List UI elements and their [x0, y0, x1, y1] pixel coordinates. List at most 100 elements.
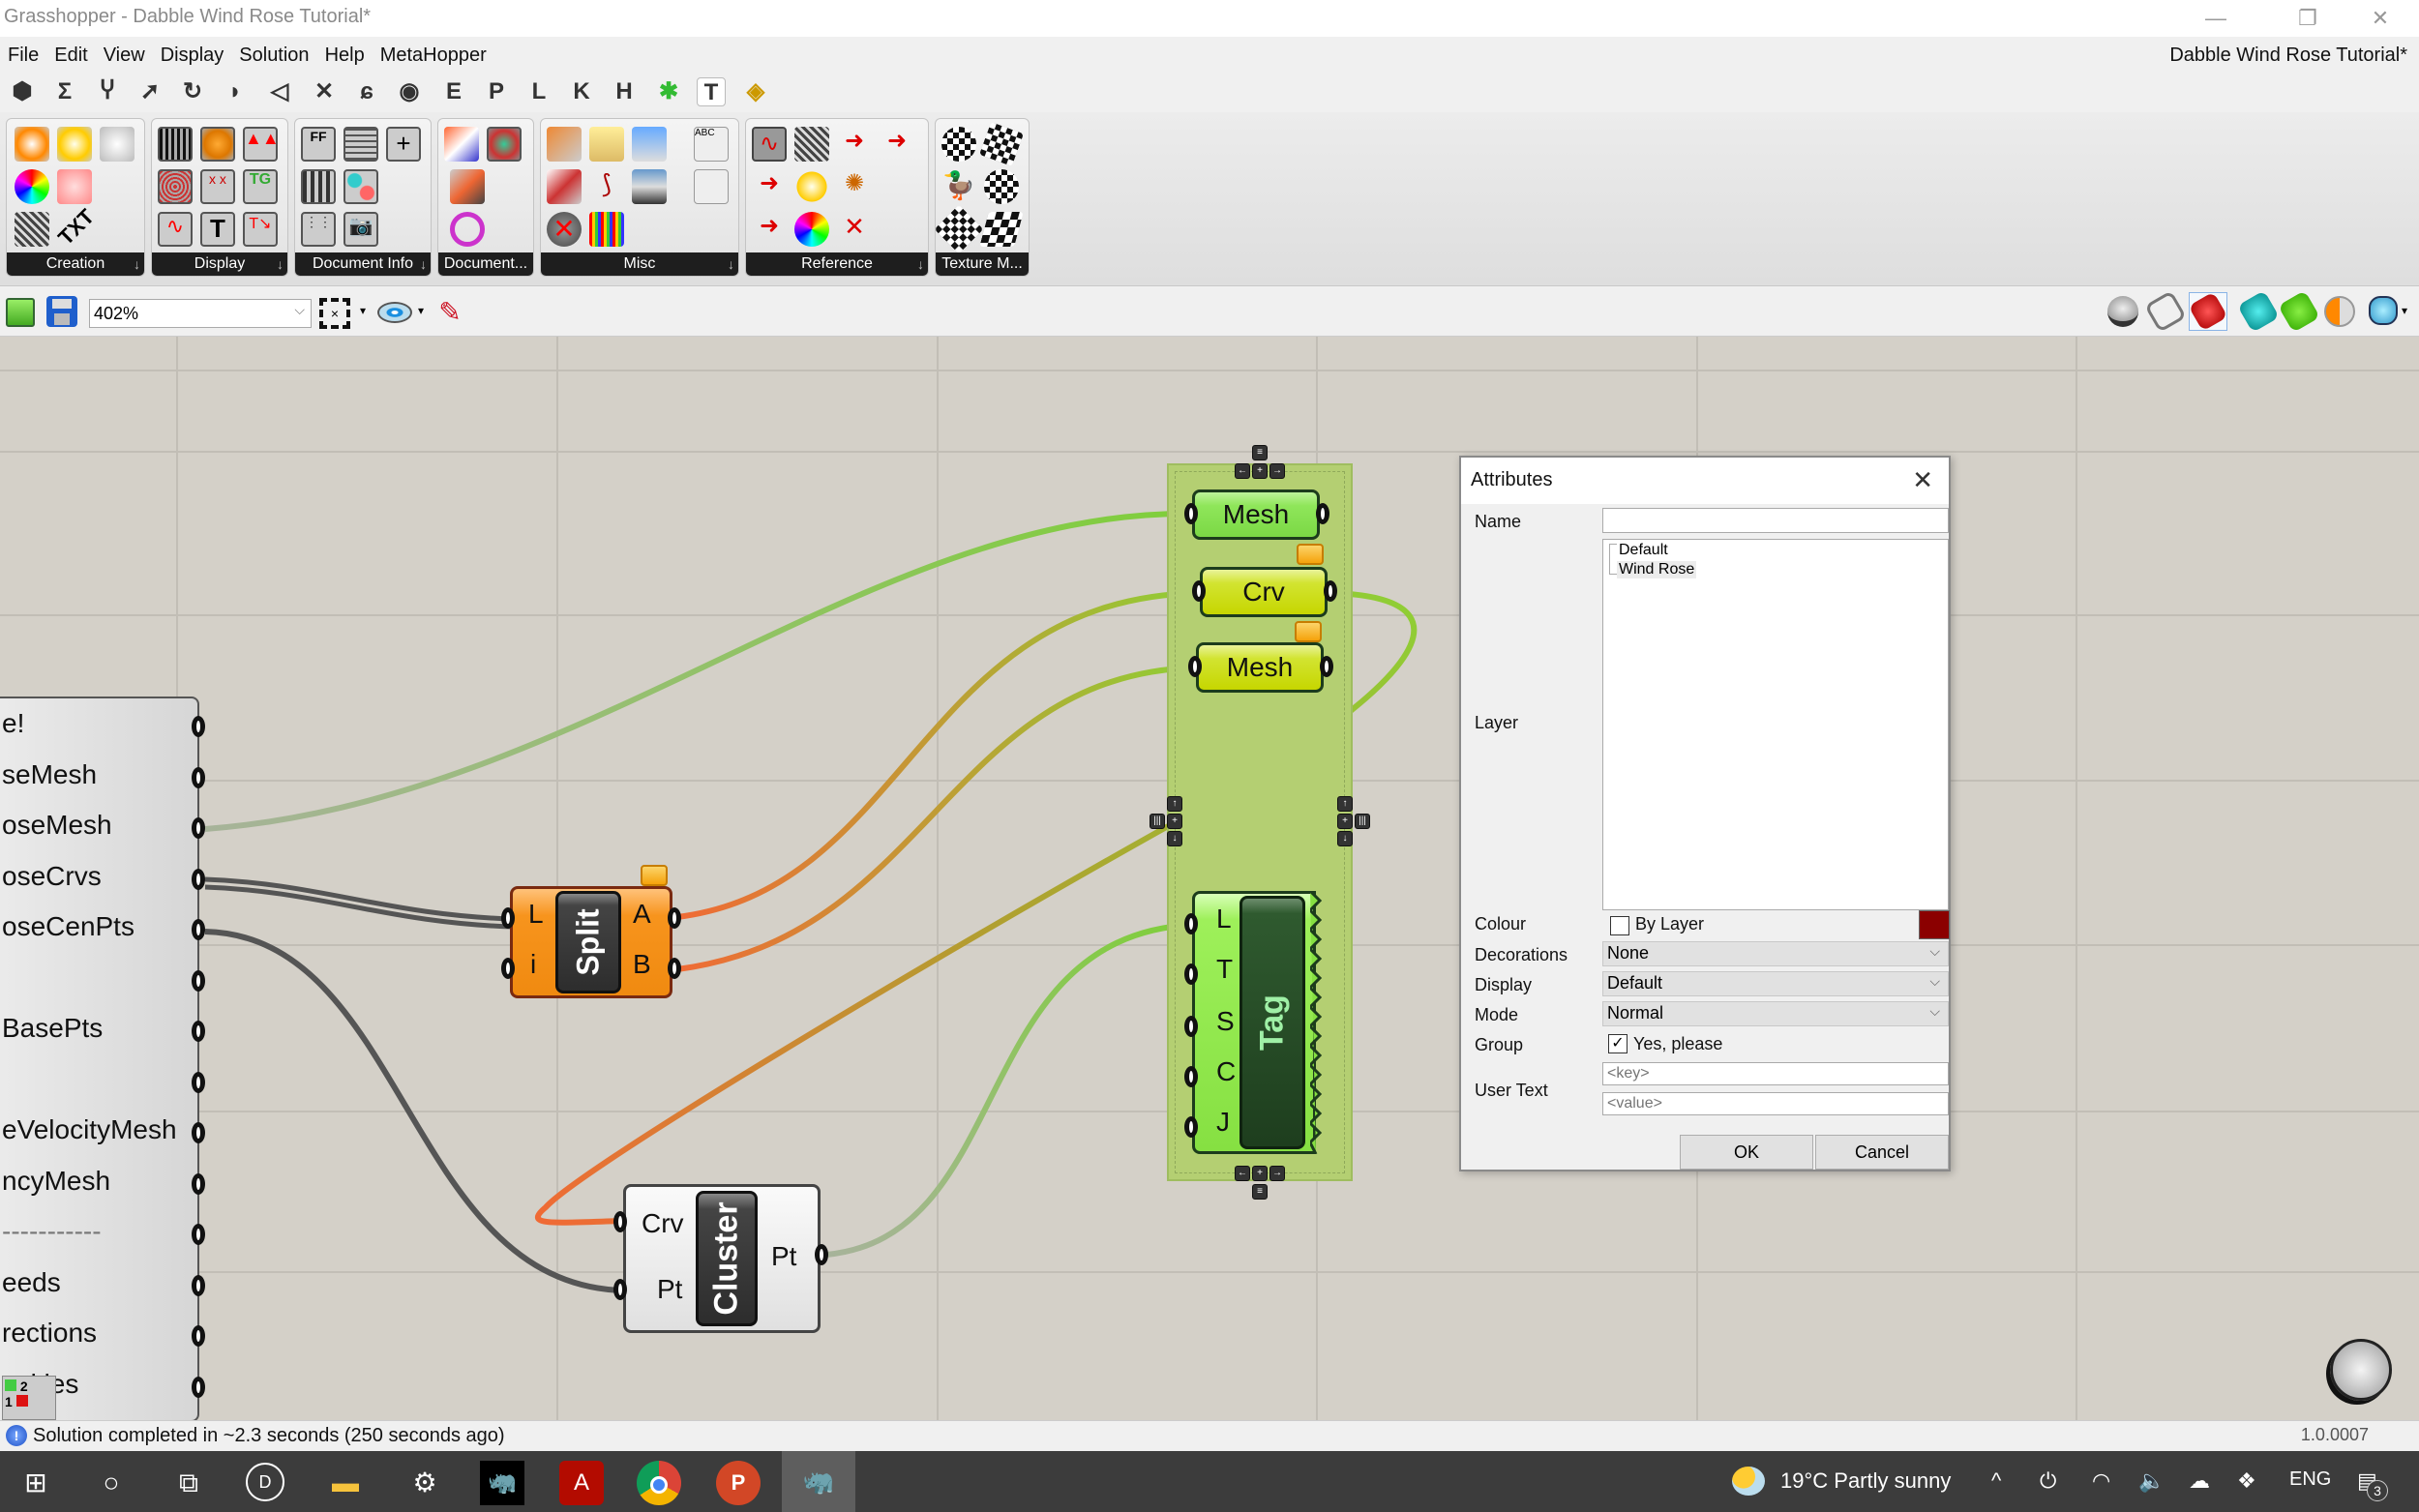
preview-selected-icon[interactable] [2188, 291, 2228, 332]
wind-rose-output-grip[interactable] [192, 1021, 205, 1042]
sphere-icon[interactable] [200, 127, 235, 162]
by-layer-checkbox[interactable] [1610, 916, 1629, 935]
colour-swatch[interactable] [1919, 910, 1950, 939]
split-input-grip-i[interactable] [501, 958, 515, 979]
tag-input-grip-j[interactable] [1184, 1116, 1198, 1138]
wifi-icon[interactable]: ◠ [2092, 1468, 2110, 1494]
color-wheel-icon[interactable] [15, 169, 49, 204]
group-right-menu-button[interactable]: ||| [1355, 814, 1370, 829]
tag-input-grip-c[interactable] [1184, 1066, 1198, 1087]
k-tab-icon[interactable]: K [567, 77, 596, 106]
group-top-center-button[interactable]: + [1252, 463, 1268, 479]
minimize-button[interactable]: — [2187, 2, 2245, 35]
open-file-icon[interactable] [6, 298, 35, 327]
panel-label-misc[interactable]: Misc ↓ [541, 252, 738, 276]
menu-file[interactable]: File [0, 37, 46, 67]
sets-tab-icon[interactable]: Ⴤ [93, 77, 122, 106]
acrobat-icon[interactable]: A [559, 1461, 604, 1505]
menu-metahopper[interactable]: MetaHopper [373, 37, 494, 67]
eraser-icon[interactable] [547, 169, 582, 204]
wind-rose-output-grip[interactable] [192, 817, 205, 839]
wind-rose-output-grip[interactable] [192, 969, 205, 992]
group-bottom-menu-button[interactable]: ≡ [1252, 1184, 1268, 1200]
split-output-grip-b[interactable] [668, 958, 681, 979]
wind-rose-output-grip[interactable] [192, 1122, 205, 1143]
ref-color-icon[interactable] [794, 212, 829, 247]
fonts-icon[interactable]: FF [301, 127, 336, 162]
wind-rose-output-grip[interactable] [192, 766, 205, 788]
group-bottom-left-button[interactable]: ← [1235, 1166, 1250, 1181]
layer-item-default[interactable]: Default [1619, 542, 1668, 559]
crosshair-icon[interactable]: + [386, 127, 421, 162]
mesh-param-input-grip[interactable] [1184, 503, 1198, 524]
surface-tab-icon[interactable]: ◗ [221, 77, 250, 106]
weather-icon[interactable] [1732, 1467, 1765, 1496]
settings-icon[interactable]: ⚙ [403, 1461, 447, 1505]
green-preview-icon[interactable] [2278, 290, 2320, 333]
preview-shaded-icon[interactable] [2107, 296, 2138, 327]
print-icon[interactable] [632, 127, 667, 162]
group-left-menu-button[interactable]: ||| [1150, 814, 1165, 829]
text-display-icon[interactable]: T [200, 212, 235, 247]
weather-text[interactable]: 19°C Partly sunny [1780, 1468, 1951, 1494]
group-top-left-button[interactable]: ← [1235, 463, 1250, 479]
ref-material-icon[interactable]: ➜ [752, 212, 787, 247]
file-explorer-icon[interactable]: ▬ [323, 1461, 368, 1505]
group-left-center-button[interactable]: + [1167, 814, 1182, 829]
vector-tab-icon[interactable]: ➚ [135, 77, 164, 106]
tag-component[interactable]: Tag L T S C J [1192, 891, 1316, 1154]
zoom-extents-icon[interactable]: × [319, 298, 350, 329]
tag-input-grip-s[interactable] [1184, 1016, 1198, 1037]
layer-tree[interactable]: Default Wind Rose [1602, 539, 1949, 910]
text-icon[interactable]: TXT [50, 204, 100, 254]
lines-icon[interactable] [343, 127, 378, 162]
curve-param-message-bubble[interactable] [1295, 621, 1322, 642]
duck-icon[interactable]: 🦆 [941, 169, 976, 204]
hatch-icon[interactable] [15, 212, 49, 247]
box-map-icon[interactable] [941, 127, 976, 162]
curve-param-input-grip[interactable] [1192, 580, 1206, 602]
group-right-down-button[interactable]: ↓ [1337, 831, 1353, 846]
delete-icon[interactable]: ✕ [547, 212, 582, 247]
bars-icon[interactable] [158, 127, 193, 162]
restore-button[interactable]: ❐ [2279, 2, 2337, 35]
mesh-param-output-grip[interactable] [1316, 503, 1329, 524]
split-output-grip-a[interactable] [668, 907, 681, 929]
cortana-search-icon[interactable]: ○ [89, 1461, 134, 1505]
ref-bulb-icon[interactable] [794, 169, 829, 204]
group-bottom-center-button[interactable]: + [1252, 1166, 1268, 1181]
language-indicator[interactable]: ENG [2289, 1468, 2331, 1491]
mode-select[interactable]: Normal ⌵ [1602, 1001, 1949, 1026]
ref-points-icon[interactable]: ➜ [837, 127, 872, 162]
ref-hatch-icon[interactable] [794, 127, 829, 162]
zoom-extents-dropdown-icon[interactable]: ▾ [360, 304, 366, 317]
menu-help[interactable]: Help [317, 37, 373, 67]
mesh-display-icon[interactable] [158, 169, 193, 204]
group-right-center-button[interactable]: + [1337, 814, 1353, 829]
split-input-grip-l[interactable] [501, 907, 515, 929]
display-tab-icon[interactable]: ◉ [395, 77, 424, 106]
ref-delete-icon[interactable]: ✕ [837, 212, 872, 247]
panel-label-display[interactable]: Display ↓ [152, 252, 287, 276]
wind-rose-output-grip[interactable] [192, 1376, 205, 1398]
display-select[interactable]: Default ⌵ [1602, 971, 1949, 996]
doc-sphere-icon[interactable] [487, 127, 522, 162]
dialog-close-button[interactable]: ✕ [1912, 465, 1933, 495]
l-tab-icon[interactable]: L [524, 77, 553, 106]
text-arrow-icon[interactable]: T↘ [243, 212, 278, 247]
close-button[interactable]: ✕ [2351, 2, 2409, 35]
plane-map-icon[interactable] [978, 121, 1025, 167]
wind-rose-output-grip[interactable] [192, 1172, 205, 1195]
cancel-button[interactable]: Cancel [1815, 1135, 1949, 1170]
camera-icon[interactable]: 📷 [343, 212, 378, 247]
striped-tab-icon[interactable]: ◈ [741, 77, 770, 106]
group-top-menu-button[interactable]: ≡ [1252, 445, 1268, 460]
mesh-param-message-bubble[interactable] [1297, 544, 1324, 565]
rhino-icon[interactable]: 🦏 [480, 1461, 524, 1505]
group-left-up-button[interactable]: ↑ [1167, 796, 1182, 812]
wind-rose-output-grip[interactable] [192, 1325, 205, 1347]
mesh-param-2-output-grip[interactable] [1320, 656, 1333, 677]
intersect-tab-icon[interactable]: ✕ [310, 77, 339, 106]
branch-icon[interactable]: ⟆ [589, 169, 624, 204]
surface-map-icon[interactable] [979, 212, 1024, 247]
